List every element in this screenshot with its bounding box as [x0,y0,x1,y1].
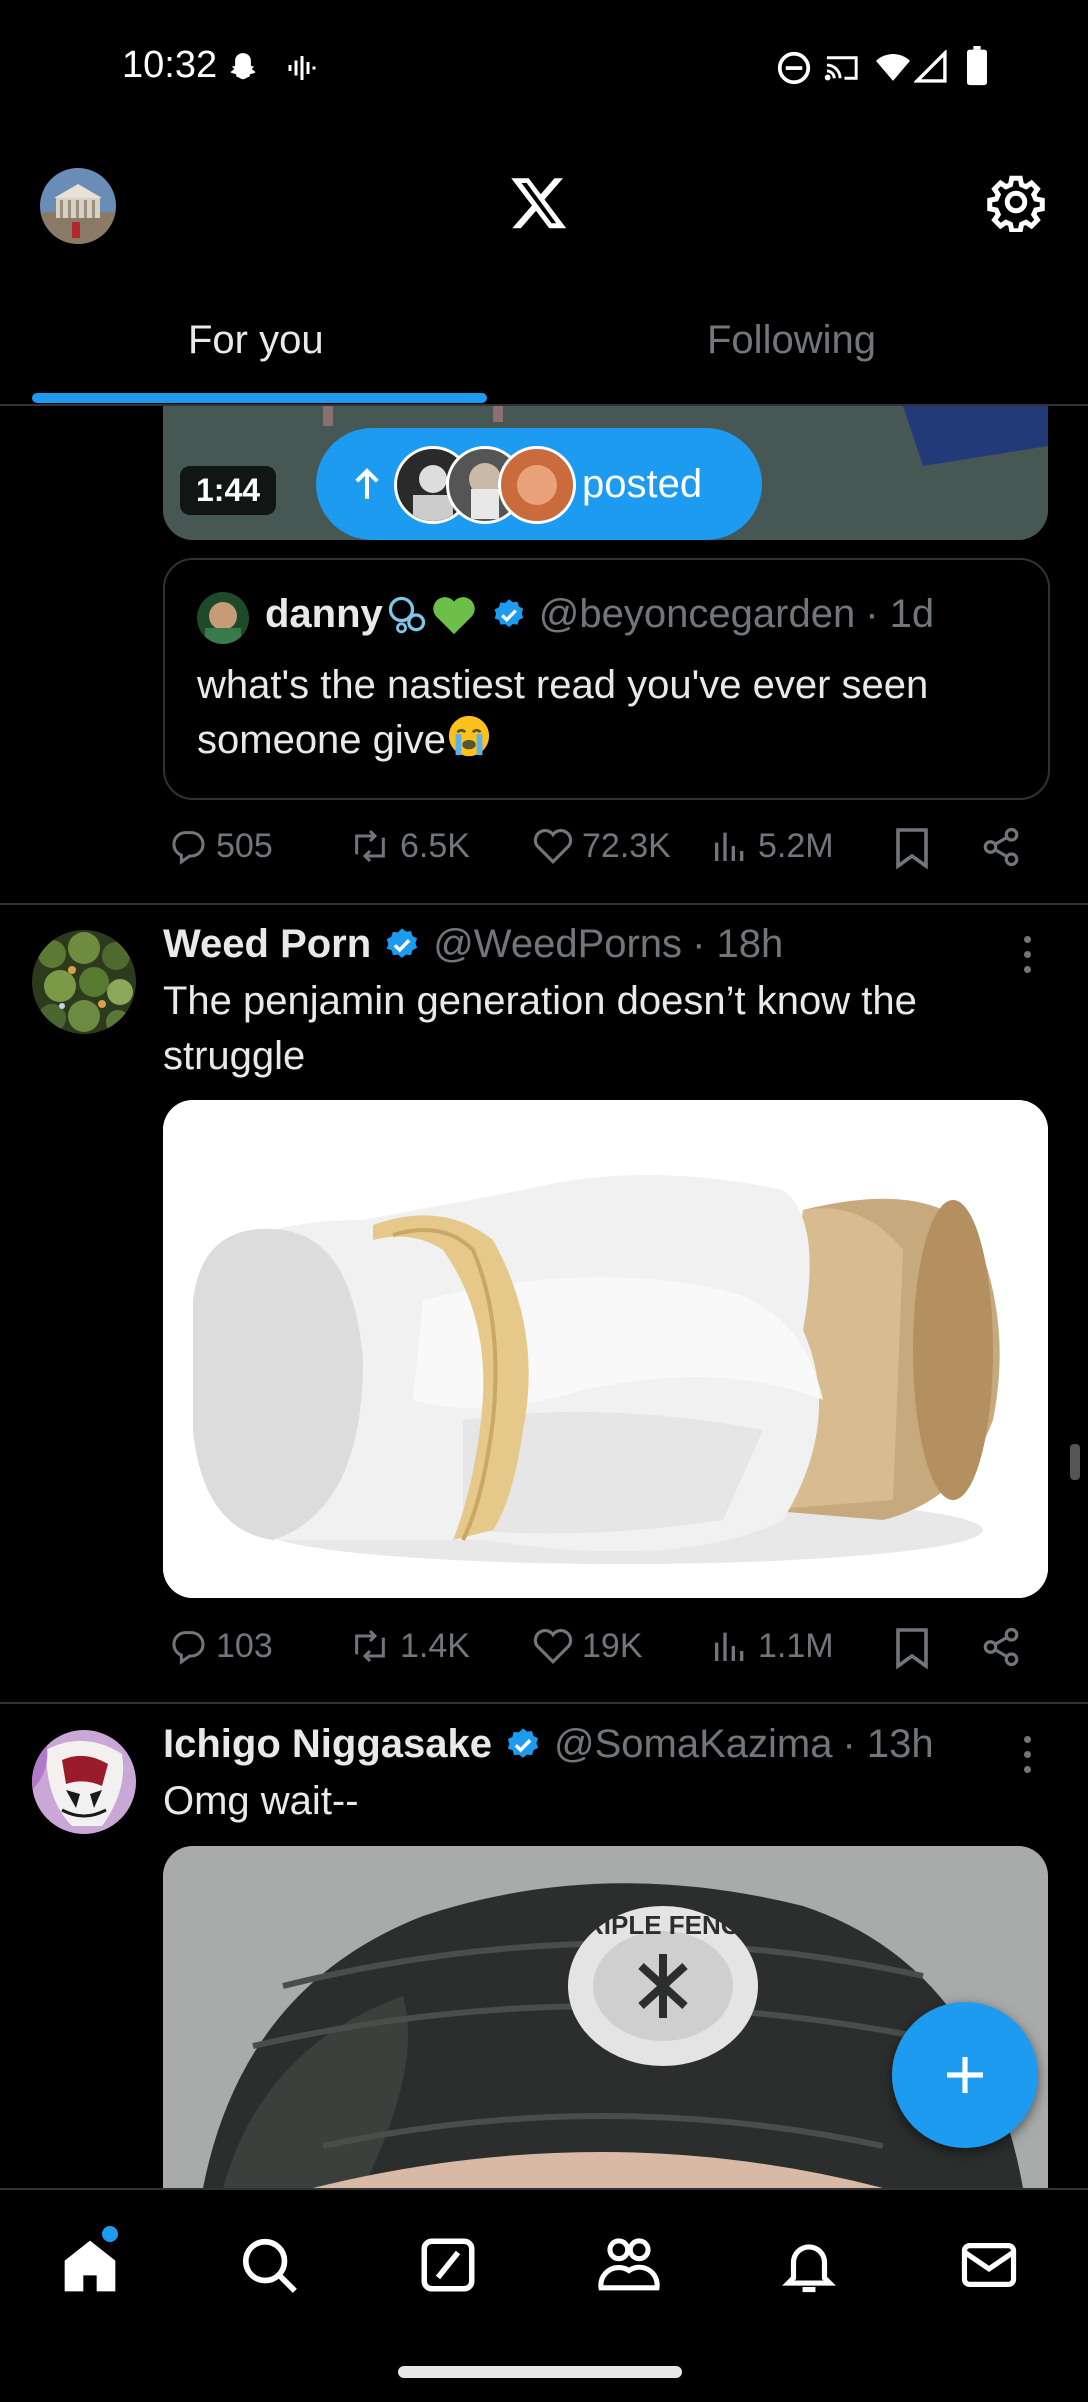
bubbles-emoji-icon [385,593,429,637]
tweet-text: Omg wait-- [163,1779,359,1823]
views-chart-icon [710,1626,750,1666]
reply-icon [168,826,208,866]
tweet-divider [0,1702,1088,1704]
views-count: 1.1M [758,1626,834,1665]
quote-timestamp: · 1d [865,592,935,636]
bookmark-button[interactable] [892,826,932,870]
like-button[interactable]: 72.3K [532,826,671,866]
gesture-nav-bar[interactable] [398,2366,682,2378]
quote-author-handle: @beyoncegarden [538,592,856,636]
tab-following[interactable]: Following [707,318,876,363]
reply-count: 103 [216,1626,273,1665]
tweet-author-handle[interactable]: @WeedPorns [433,922,682,967]
tweet-timestamp: · 13h [842,1722,934,1766]
posted-pill[interactable]: posted [316,428,762,540]
views-button[interactable]: 5.2M [710,826,834,866]
settings-gear-icon[interactable] [986,172,1046,232]
home-notification-dot [102,2226,118,2242]
views-button[interactable]: 1.1M [710,1626,834,1666]
heart-icon [532,1626,574,1666]
tweet-divider [0,903,1088,905]
active-tab-indicator [32,393,487,403]
compose-button[interactable] [892,2002,1038,2148]
verified-badge-icon [383,926,421,964]
grok-icon[interactable] [418,2234,478,2296]
tab-for-you[interactable]: For you [188,318,324,363]
quote-author-name: danny [265,592,383,636]
repost-button[interactable]: 6.5K [348,826,470,866]
reply-icon [168,1626,208,1666]
home-icon[interactable] [58,2234,122,2298]
quoted-tweet[interactable]: danny @beyoncegarden · 1d what's the nas… [163,558,1050,800]
reply-count: 505 [216,826,273,865]
image-hat-text: TRIPLE FENCE [569,1910,757,1940]
tweet-image[interactable] [163,1100,1048,1598]
verified-badge-icon [491,597,527,633]
views-chart-icon [710,826,750,866]
tweet-text: The penjamin generation doesn’t know the… [163,979,917,1078]
posted-avatars [394,446,576,524]
reply-button[interactable]: 103 [168,1626,273,1666]
repost-button[interactable]: 1.4K [348,1626,470,1666]
snapchat-icon [224,50,262,88]
cast-icon [824,50,862,86]
share-button[interactable] [980,1626,1022,1668]
status-time: 10:32 [122,44,218,86]
verified-badge-icon [504,1726,542,1764]
quote-avatar [197,592,249,644]
posted-label: posted [582,461,703,506]
views-count: 5.2M [758,826,834,865]
quote-text: what's the nastiest read you've ever see… [197,663,929,762]
battery-icon [966,46,988,86]
green-heart-emoji-icon [431,593,477,637]
tweet-avatar[interactable] [32,1730,136,1834]
profile-avatar[interactable] [40,168,116,244]
repost-count: 6.5K [400,826,470,865]
reply-button[interactable]: 505 [168,826,273,866]
repost-icon [348,826,392,866]
avatar [498,446,576,524]
tweet-author-name[interactable]: Ichigo Niggasake [163,1722,492,1767]
tweet-timestamp: · 18h [692,922,784,966]
wifi-icon [874,50,912,84]
heart-icon [532,826,574,866]
plus-icon [941,2051,989,2099]
like-count: 72.3K [582,826,671,865]
scrollbar-thumb[interactable] [1070,1444,1080,1480]
tweet-author-name[interactable]: Weed Porn [163,922,371,967]
video-duration: 1:44 [180,466,277,515]
bookmark-button[interactable] [892,1626,932,1670]
notifications-icon[interactable] [778,2234,840,2296]
signal-icon [914,50,948,84]
dnd-icon [776,50,812,86]
x-logo-icon[interactable] [509,172,569,232]
tweet-avatar[interactable] [32,930,136,1034]
more-options-icon[interactable] [1012,936,1042,973]
share-button[interactable] [980,826,1022,868]
repost-count: 1.4K [400,1626,470,1665]
loudly-crying-emoji-icon [446,713,492,759]
communities-icon[interactable] [596,2234,662,2296]
like-button[interactable]: 19K [532,1626,643,1666]
arrow-up-icon [354,467,380,501]
bottom-nav [0,2188,1088,2402]
more-options-icon[interactable] [1012,1736,1042,1773]
tweet-author-handle[interactable]: @SomaKazima [554,1722,832,1767]
messages-icon[interactable] [958,2234,1020,2296]
like-count: 19K [582,1626,643,1665]
repost-icon [348,1626,392,1666]
voice-icon [284,50,320,86]
search-icon[interactable] [238,2234,300,2296]
tweet-image[interactable]: TRIPLE FENCE [163,1846,1048,2188]
